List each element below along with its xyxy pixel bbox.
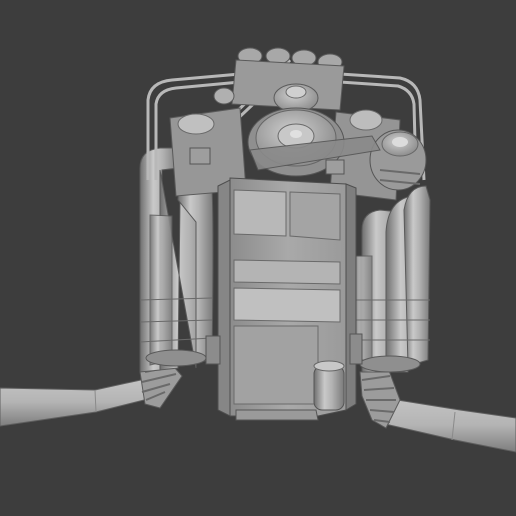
engine-model-render [0, 47, 516, 453]
right-exhaust-headers [351, 185, 431, 373]
alternator [369, 129, 427, 191]
3d-viewport[interactable] [0, 0, 516, 516]
left-exhaust-tailpipe [0, 377, 153, 427]
right-exhaust-tailpipe [384, 397, 516, 453]
oil-filter [313, 360, 345, 411]
